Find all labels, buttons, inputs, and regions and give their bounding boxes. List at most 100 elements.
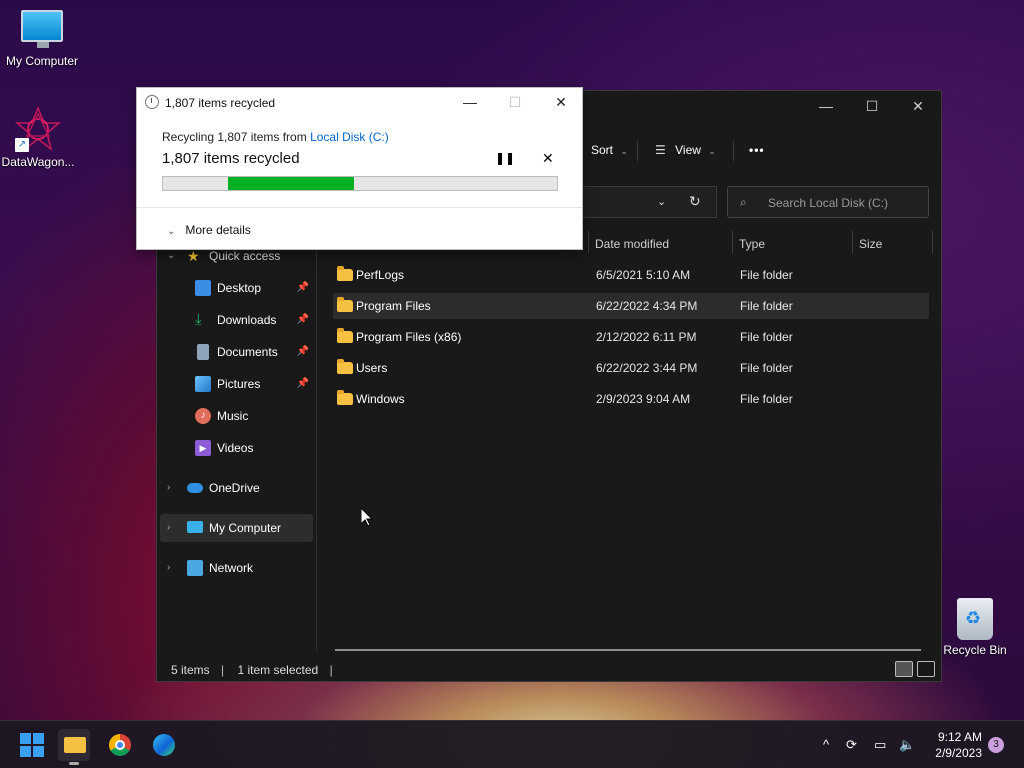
shortcut-arrow-icon: ↗ <box>15 138 29 152</box>
nav-item-network[interactable]: › Network <box>157 554 313 582</box>
network-status-icon[interactable]: ▭ <box>874 721 886 768</box>
pause-button[interactable]: ❚❚ <box>495 151 515 165</box>
nav-item-videos[interactable]: ▶ Videos <box>157 434 313 462</box>
chevron-right-icon[interactable]: › <box>167 474 170 502</box>
file-type: File folder <box>740 330 793 344</box>
close-button[interactable]: ✕ <box>895 91 941 121</box>
chevron-down-icon: ⌄ <box>708 146 716 156</box>
chevron-down-icon: ⌄ <box>167 226 176 237</box>
desktop-icon-label: DataWagon... <box>1 155 75 169</box>
folder-icon <box>337 266 353 281</box>
file-row[interactable]: Users 6/22/2022 3:44 PM File folder <box>333 355 929 381</box>
recycle-progress-dialog: 1,807 items recycled — ☐ ✕ Recycling 1,8… <box>136 87 583 250</box>
sync-icon[interactable]: ⟳ <box>846 721 857 768</box>
download-icon: ⤓ <box>195 311 202 328</box>
nav-item-desktop[interactable]: Desktop 📌 <box>157 274 313 302</box>
nav-item-label: Documents <box>217 345 278 359</box>
nav-item-label: Videos <box>217 441 254 455</box>
view-button[interactable]: ☰ View ⌄ <box>655 133 716 167</box>
pin-icon: 📌 <box>296 314 309 325</box>
column-separator <box>732 231 733 253</box>
nav-item-onedrive[interactable]: › OneDrive <box>157 474 313 502</box>
nav-item-pictures[interactable]: Pictures 📌 <box>157 370 313 398</box>
local-disk-link[interactable]: Local Disk (C:) <box>310 130 389 144</box>
taskbar-file-explorer[interactable] <box>58 729 90 765</box>
file-row[interactable]: Program Files (x86) 2/12/2022 6:11 PM Fi… <box>333 324 929 350</box>
more-details-label: More details <box>185 223 251 237</box>
large-icons-view-icon[interactable] <box>917 661 935 677</box>
pin-icon: 📌 <box>296 378 309 389</box>
chevron-down-icon: ⌄ <box>620 146 628 156</box>
desktop-icon <box>195 280 211 296</box>
chevron-right-icon[interactable]: › <box>167 514 170 542</box>
system-clock[interactable]: 9:12 AM 2/9/2023 <box>935 729 982 761</box>
status-separator: | <box>221 663 225 677</box>
dialog-divider <box>137 207 582 208</box>
view-list-icon: ☰ <box>655 143 666 157</box>
search-box[interactable]: ⌕ Search Local Disk (C:) <box>727 186 929 218</box>
desktop-icon-datawagon[interactable]: ↗ DataWagon... <box>0 105 80 169</box>
progress-fill <box>228 177 355 190</box>
clock-date: 2/9/2023 <box>935 746 982 760</box>
column-date-modified[interactable]: Date modified <box>595 231 669 257</box>
column-type[interactable]: Type <box>739 231 765 257</box>
monitor-icon <box>21 10 63 48</box>
clock-time: 9:12 AM <box>937 730 982 744</box>
column-separator <box>852 231 853 253</box>
volume-icon[interactable]: 🔈 <box>899 721 915 768</box>
nav-item-my-computer[interactable]: › My Computer <box>160 514 313 542</box>
more-details-button[interactable]: ⌄ More details <box>167 223 251 237</box>
file-type: File folder <box>740 299 793 313</box>
nav-item-label: OneDrive <box>209 481 260 495</box>
taskbar-edge[interactable] <box>148 729 180 761</box>
search-placeholder: Search Local Disk (C:) <box>768 196 889 210</box>
file-date: 6/5/2021 5:10 AM <box>596 268 691 282</box>
file-explorer-icon <box>64 737 86 753</box>
file-row-selected[interactable]: Program Files 6/22/2022 4:34 PM File fol… <box>333 293 929 319</box>
file-name: PerfLogs <box>356 268 405 282</box>
dialog-close-button[interactable]: ✕ <box>538 88 584 116</box>
desktop-icon-label: Recycle Bin <box>943 643 1007 657</box>
toolbar-separator <box>637 141 638 161</box>
more-options-button[interactable]: ••• <box>749 133 765 167</box>
desktop-icon-recycle-bin[interactable]: ♻ Recycle Bin <box>933 598 1017 657</box>
details-view-icon[interactable] <box>895 661 913 677</box>
pin-icon: 📌 <box>296 346 309 357</box>
cancel-button[interactable]: ✕ <box>542 150 554 167</box>
folder-icon <box>337 297 353 312</box>
start-button[interactable] <box>20 733 44 757</box>
folder-icon <box>337 328 353 343</box>
nav-item-downloads[interactable]: ⤓ Downloads 📌 <box>157 306 313 334</box>
nav-item-music[interactable]: ♪ Music <box>157 402 313 430</box>
column-separator <box>932 231 933 253</box>
dialog-status: 1,807 items recycled <box>162 150 300 167</box>
pictures-icon <box>195 376 211 392</box>
column-size[interactable]: Size <box>859 231 882 257</box>
chevron-right-icon[interactable]: › <box>167 554 170 582</box>
dialog-minimize-button[interactable]: — <box>447 88 493 116</box>
horizontal-scrollbar[interactable] <box>335 649 921 651</box>
file-row[interactable]: Windows 2/9/2023 9:04 AM File folder <box>333 386 929 412</box>
refresh-icon[interactable]: ↻ <box>689 193 701 210</box>
star-icon: ★ <box>187 248 200 264</box>
folder-icon <box>337 390 353 405</box>
file-name: Windows <box>356 392 405 406</box>
nav-item-documents[interactable]: Documents 📌 <box>157 338 313 366</box>
sort-label: Sort <box>591 143 614 157</box>
sort-button[interactable]: Sort ⌄ <box>591 133 628 167</box>
file-row[interactable]: PerfLogs 6/5/2021 5:10 AM File folder <box>333 262 929 288</box>
chevron-down-icon[interactable]: ⌄ <box>657 195 666 208</box>
file-date: 2/12/2022 6:11 PM <box>596 330 697 344</box>
show-hidden-icons-button[interactable]: ^ <box>823 721 829 768</box>
progress-bar <box>162 176 558 191</box>
notification-badge[interactable]: 3 <box>988 737 1004 753</box>
file-type: File folder <box>740 392 793 406</box>
view-label: View <box>675 143 701 157</box>
folder-icon <box>337 359 353 374</box>
file-type: File folder <box>740 268 793 282</box>
file-name: Program Files (x86) <box>356 330 462 344</box>
desktop-icon-my-computer[interactable]: My Computer <box>0 10 84 68</box>
maximize-button[interactable]: ☐ <box>849 91 895 121</box>
minimize-button[interactable]: — <box>803 91 849 121</box>
taskbar-chrome[interactable] <box>104 729 136 761</box>
